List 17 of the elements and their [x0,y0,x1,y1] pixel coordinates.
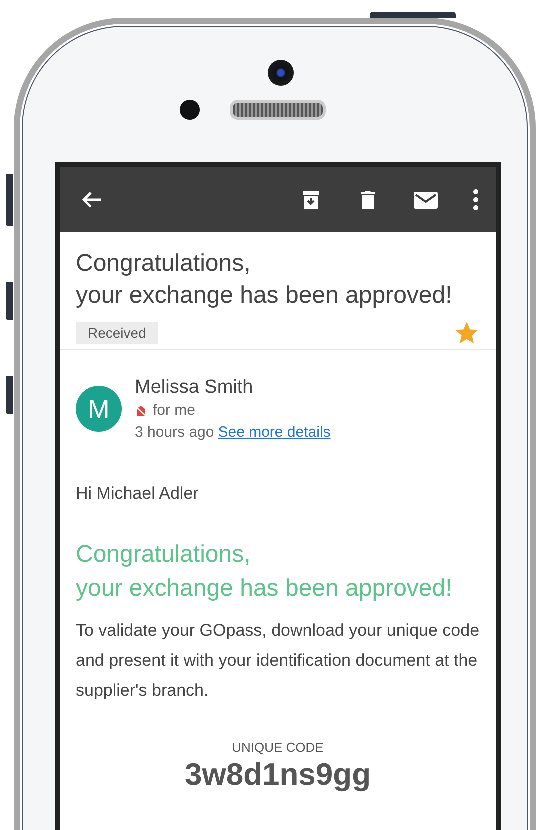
more-icon[interactable] [472,188,480,212]
email-subject: Congratulations, your exchange has been approved! [76,249,454,311]
avatar: M [76,386,122,432]
unique-code: 3w8d1ns9gg [184,757,372,793]
label-chip: Received [76,322,158,344]
tag-icon [135,405,147,417]
details-link[interactable]: See more details [218,424,331,441]
message-body: To validate your GOpass, download your unique code and present it with your identification document at the supplier's branch. [75,620,481,702]
time-text: 3 hours ago [135,424,214,441]
recipient-text: for me [153,401,196,421]
camera-lens [268,60,294,86]
code-label: UNIQUE CODE [231,739,325,755]
sensor-dot [180,100,200,120]
sender-name: Melissa Smith [135,376,254,400]
star-icon[interactable] [456,322,478,344]
message-heading: Congratulations, your exchange has been approved! [75,540,454,604]
greeting-text: Hi Michael Adler [75,483,200,504]
